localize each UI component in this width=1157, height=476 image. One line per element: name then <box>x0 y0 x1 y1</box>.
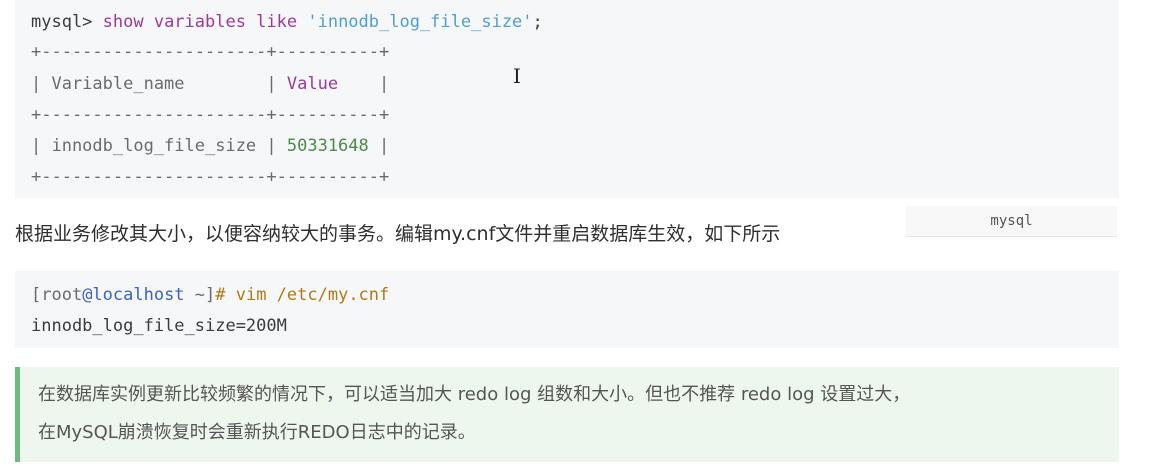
code-token: ; <box>532 12 543 32</box>
code-line: innodb_log_file_size=200M <box>31 315 287 337</box>
code-line: [root@localhost ~]# vim /etc/my.cnf <box>31 284 389 306</box>
code-token: +----------------------+----------+ <box>31 105 390 125</box>
code-line: | Variable_name | Value | <box>31 73 389 95</box>
code-token: | <box>338 74 390 94</box>
tip-text-line-1: 在数据库实例更新比较频繁的情况下，可以适当加大 redo log 组数和大小。但… <box>38 384 911 405</box>
code-line: +----------------------+----------+ <box>31 41 389 63</box>
code-token: | Variable_name | <box>31 74 287 94</box>
body-paragraph: 根据业务修改其大小，以便容纳较大的事务。编辑my.cnf文件并重启数据库生效，如… <box>15 223 781 245</box>
code-token: @localhost <box>82 285 185 305</box>
code-language-label[interactable]: mysql <box>906 206 1117 237</box>
code-token: # vim /etc/my.cnf <box>215 285 390 305</box>
code-line: | innodb_log_file_size | 50331648 | <box>31 135 389 157</box>
code-token: [root <box>31 285 83 305</box>
code-token: mysql> <box>31 12 103 32</box>
text-cursor-icon: I <box>513 64 521 88</box>
code-token: show variables like <box>102 12 308 32</box>
code-line: +----------------------+----------+ <box>31 104 389 126</box>
code-token: innodb_log_file_size=200M <box>31 316 287 336</box>
code-token: +----------------------+----------+ <box>31 42 390 62</box>
code-line: +----------------------+----------+ <box>31 166 389 188</box>
code-line: mysql> show variables like 'innodb_log_f… <box>31 11 543 33</box>
code-block-show-variables: mysql> show variables like 'innodb_log_f… <box>15 0 1119 198</box>
code-block-edit-config: [root@localhost ~]# vim /etc/my.cnf innod… <box>15 271 1119 348</box>
code-token: | <box>368 136 390 156</box>
tip-callout: 在数据库实例更新比较频繁的情况下，可以适当加大 redo log 组数和大小。但… <box>15 367 1119 462</box>
tip-text-line-2: 在MySQL崩溃恢复时会重新执行REDO日志中的记录。 <box>38 422 476 443</box>
code-token: Value <box>286 74 339 94</box>
code-token: +----------------------+----------+ <box>31 167 390 187</box>
code-token: 50331648 <box>286 136 369 156</box>
code-token: | innodb_log_file_size | <box>31 136 287 156</box>
code-token: 'innodb_log_file_size' <box>307 12 533 32</box>
code-token: ~] <box>184 285 216 305</box>
